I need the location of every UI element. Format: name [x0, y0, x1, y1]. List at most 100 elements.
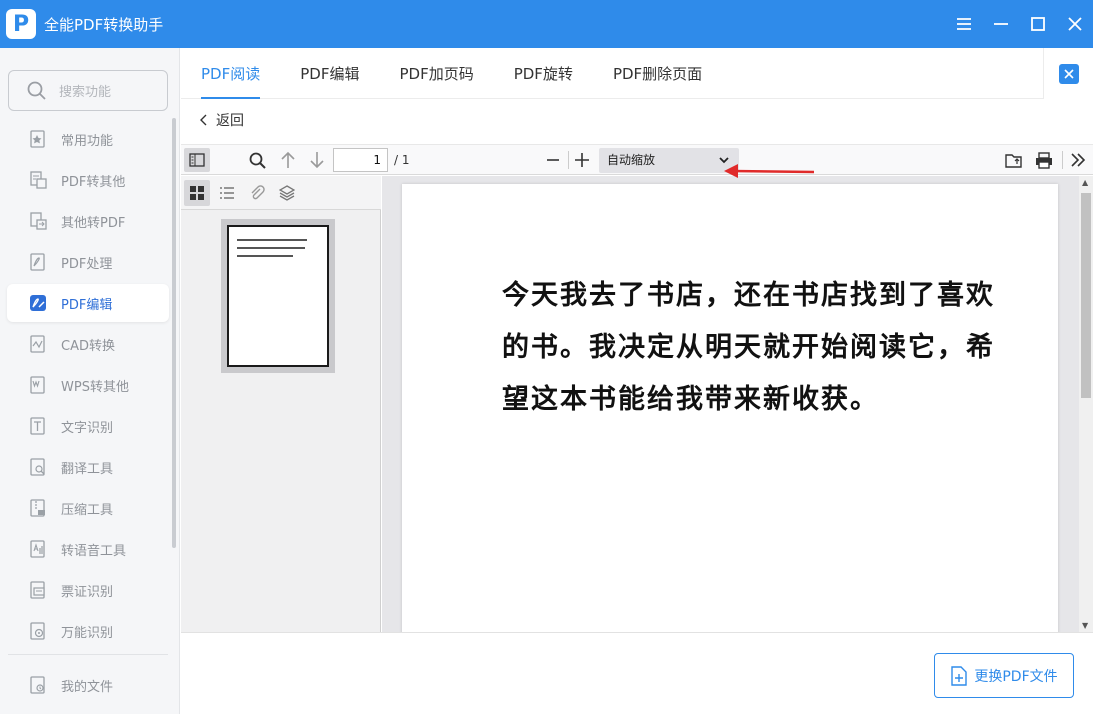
close-icon: [1067, 17, 1082, 31]
sidebar-item-translate[interactable]: 翻译工具: [7, 448, 169, 486]
sidebar-toggle-icon: [189, 153, 205, 167]
sidebar-item-scan[interactable]: 万能识别: [7, 612, 169, 650]
app-title: 全能PDF转换助手: [44, 15, 164, 34]
sidebar-item-label: 翻译工具: [61, 461, 114, 477]
next-page-button[interactable]: [306, 148, 328, 172]
open-file-icon: [1005, 154, 1022, 168]
close-window-button[interactable]: [1056, 0, 1093, 48]
back-button[interactable]: 返回: [200, 110, 244, 130]
sidebar-item-pdf-edit[interactable]: PDF编辑: [7, 284, 169, 322]
sidebar-item-wps[interactable]: WPS转其他: [7, 366, 169, 404]
page-thumbnail[interactable]: [221, 219, 335, 373]
scan-icon: [27, 620, 49, 642]
sidebar-item-ocr[interactable]: 文字识别: [7, 407, 169, 445]
search-icon: [249, 152, 266, 169]
tab-pdf-page-number[interactable]: PDF加页码: [399, 48, 473, 99]
close-icon: [1063, 68, 1074, 79]
search-input[interactable]: 搜索功能: [8, 70, 168, 111]
sidebar-item-my-files[interactable]: 我的文件: [7, 666, 169, 704]
pdf-page: 今天我去了书店，还在书店找到了喜欢的书。我决定从明天就开始阅读它，希望这本书能给…: [402, 184, 1058, 632]
outline-view-button[interactable]: [214, 180, 240, 206]
thumbnail-toolbar: [181, 176, 381, 210]
tab-pdf-edit[interactable]: PDF编辑: [300, 48, 359, 99]
zoom-select[interactable]: 自动缩放: [599, 148, 739, 173]
attachments-view-button[interactable]: [244, 180, 270, 206]
scroll-down-arrow[interactable]: ▼: [1082, 621, 1088, 630]
toggle-sidebar-button[interactable]: [184, 148, 210, 172]
replace-pdf-button[interactable]: 更换PDF文件: [934, 653, 1074, 698]
pdf-page-text: 今天我去了书店，还在书店找到了喜欢的书。我决定从明天就开始阅读它，希望这本书能给…: [502, 280, 995, 415]
grid-icon: [190, 186, 204, 200]
minimize-icon: [993, 23, 1008, 25]
pdf-edit-icon: [27, 292, 49, 314]
thumbnail-text-line: [237, 239, 307, 241]
sidebar-divider: [8, 654, 168, 655]
zoom-out-button[interactable]: [542, 148, 564, 172]
minus-icon: [547, 159, 559, 161]
menu-button[interactable]: [945, 0, 982, 48]
red-arrow-annotation: [724, 164, 815, 178]
find-button[interactable]: [245, 148, 269, 172]
document-scrollbar[interactable]: ▲ ▼: [1079, 176, 1093, 632]
my-files-icon: [27, 674, 49, 696]
hamburger-menu-icon: [956, 18, 971, 30]
page-number-input[interactable]: 1: [333, 148, 388, 172]
search-placeholder: 搜索功能: [59, 85, 112, 100]
close-panel-button[interactable]: [1058, 63, 1079, 84]
sidebar-item-pdf-process[interactable]: PDF处理: [7, 243, 169, 281]
sidebar-item-label: 票证识别: [61, 584, 114, 600]
tab-pdf-rotate[interactable]: PDF旋转: [514, 48, 573, 99]
thumbnails-view-button[interactable]: [184, 180, 210, 206]
sidebar-item-compress[interactable]: 压缩工具: [7, 489, 169, 527]
minimize-button[interactable]: [982, 0, 1019, 48]
thumbnail-text-line: [237, 247, 305, 249]
layers-view-button[interactable]: [274, 180, 300, 206]
chevron-left-icon: [200, 114, 207, 126]
zoom-in-button[interactable]: [571, 148, 593, 172]
sidebar-item-label: CAD转换: [61, 338, 115, 354]
sidebar-item-label: PDF转其他: [61, 174, 126, 190]
window-controls: [945, 0, 1093, 48]
print-button[interactable]: [1032, 148, 1056, 172]
star-doc-icon: [27, 128, 49, 150]
app-logo: P: [6, 9, 36, 39]
footer-divider: [181, 632, 1093, 633]
translate-icon: [27, 456, 49, 478]
toolbar-separator: [1062, 151, 1063, 169]
scrollbar-thumb[interactable]: [1081, 193, 1091, 398]
sidebar-item-label: PDF处理: [61, 256, 113, 272]
sidebar-scrollbar[interactable]: [172, 118, 176, 548]
sidebar-item-label: PDF编辑: [61, 297, 113, 313]
replace-pdf-label: 更换PDF文件: [974, 668, 1058, 685]
sidebar-item-voice[interactable]: 转语音工具: [7, 530, 169, 568]
back-label: 返回: [216, 113, 244, 129]
sidebar-item-ticket[interactable]: 票证识别: [7, 571, 169, 609]
more-tools-button[interactable]: [1067, 148, 1089, 172]
double-chevron-right-icon: [1071, 153, 1086, 167]
zoom-value: 自动缩放: [607, 153, 656, 167]
sidebar-item-label: 万能识别: [61, 625, 114, 641]
sidebar-item-other-to-pdf[interactable]: 其他转PDF: [7, 202, 169, 240]
document-viewer[interactable]: 今天我去了书店，还在书店找到了喜欢的书。我决定从明天就开始阅读它，希望这本书能给…: [382, 176, 1079, 632]
pdf-export-icon: [27, 169, 49, 191]
close-panel-area: [1043, 48, 1093, 99]
sidebar-item-label: WPS转其他: [61, 379, 129, 395]
plus-icon: [575, 153, 589, 167]
add-file-icon: [951, 665, 968, 686]
arrow-up-icon: [281, 151, 295, 168]
tab-pdf-read[interactable]: PDF阅读: [201, 48, 261, 99]
maximize-icon: [1030, 17, 1045, 31]
sidebar-item-pdf-to-other[interactable]: PDF转其他: [7, 161, 169, 199]
open-file-button[interactable]: [1003, 148, 1025, 172]
maximize-button[interactable]: [1019, 0, 1056, 48]
scroll-up-arrow[interactable]: ▲: [1082, 178, 1088, 187]
sidebar-item-cad[interactable]: CAD转换: [7, 325, 169, 363]
sidebar-item-label: 我的文件: [61, 679, 114, 695]
page-count: / 1: [394, 153, 410, 167]
ticket-icon: [27, 579, 49, 601]
cad-icon: [27, 333, 49, 355]
sidebar-item-common[interactable]: 常用功能: [7, 120, 169, 158]
previous-page-button[interactable]: [277, 148, 299, 172]
tab-pdf-delete-pages[interactable]: PDF删除页面: [613, 48, 702, 99]
zip-icon: [27, 497, 49, 519]
